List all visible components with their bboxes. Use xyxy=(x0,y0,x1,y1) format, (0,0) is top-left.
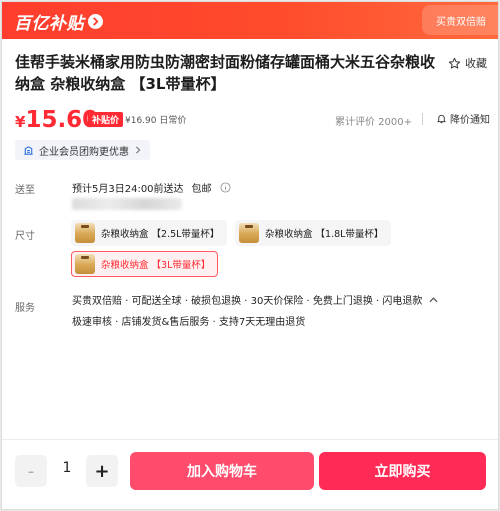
delivery-estimate: 预计5月3日24:00前送达 xyxy=(72,184,184,195)
size-option-label: 杂粮收纳盒 【3L带量杯】 xyxy=(101,260,211,271)
favorite-button[interactable]: 收藏 xyxy=(448,55,487,71)
quantity-decrease-button[interactable]: - xyxy=(15,455,47,487)
divider xyxy=(422,113,423,125)
info-icon[interactable] xyxy=(220,182,231,193)
product-thumbnail xyxy=(75,223,95,243)
product-card: 百亿补贴 买贵双倍赔 佳帮手装米桶家用防虫防潮密封面粉储存罐面桶大米五谷杂粮收纳… xyxy=(1,1,499,510)
add-to-cart-button[interactable]: 加入购物车 xyxy=(130,452,314,490)
price-drop-notify-button[interactable]: 降价通知 xyxy=(436,111,490,126)
review-count[interactable]: 累计评价 2000+ xyxy=(335,113,412,128)
enterprise-member-banner[interactable]: 企业会员团购更优惠 xyxy=(15,140,150,160)
shipping-info[interactable]: 预计5月3日24:00前送达 包邮 xyxy=(72,180,231,195)
enterprise-icon xyxy=(24,145,33,155)
chevron-right-icon xyxy=(88,13,103,29)
size-option-3l[interactable]: 杂粮收纳盒 【3L带量杯】 xyxy=(71,251,219,277)
favorite-label: 收藏 xyxy=(465,57,487,70)
size-option-2-5l[interactable]: 杂粮收纳盒 【2.5L带量杯】 xyxy=(71,220,228,246)
size-option-label: 杂粮收纳盒 【2.5L带量杯】 xyxy=(101,229,220,240)
size-option-label: 杂粮收纳盒 【1.8L带量杯】 xyxy=(265,229,384,240)
delivery-address[interactable] xyxy=(72,198,182,210)
quantity-value[interactable]: 1 xyxy=(52,460,82,476)
free-shipping: 包邮 xyxy=(191,184,212,195)
price-row: ¥ 15.60 补贴价 ¥16.90 日常价 累计评价 2000+ 降价通知 xyxy=(15,105,490,133)
chevron-up-icon[interactable] xyxy=(429,296,438,304)
subsidy-banner[interactable]: 百亿补贴 买贵双倍赔 xyxy=(2,2,498,39)
product-thumbnail xyxy=(239,223,259,243)
chevron-right-icon xyxy=(136,146,141,154)
double-compensation-tag: 买贵双倍赔 xyxy=(422,5,498,35)
service-list[interactable]: 买贵双倍赔 · 可配送全球 · 破损包退换 · 30天价保险 · 免费上门退换 … xyxy=(72,292,482,312)
size-option-1-8l[interactable]: 杂粮收纳盒 【1.8L带量杯】 xyxy=(235,220,392,246)
notify-label: 降价通知 xyxy=(450,115,490,126)
service-line-2: 极速审核 · 店铺发货&售后服务 · 支持7天无理由退货 xyxy=(72,317,306,328)
daily-price: ¥16.90 日常价 xyxy=(125,116,187,126)
product-title: 佳帮手装米桶家用防虫防潮密封面粉储存罐面桶大米五谷杂粮收纳盒 杂粮收纳盒 【3L… xyxy=(15,53,436,93)
subsidy-price: ¥ 15.60 xyxy=(15,107,98,133)
enterprise-member-label: 企业会员团购更优惠 xyxy=(39,146,129,158)
service-line-1: 买贵双倍赔 · 可配送全球 · 破损包退换 · 30天价保险 · 免费上门退换 … xyxy=(72,296,423,307)
banner-logo-text: 百亿补贴 xyxy=(14,13,84,34)
service-label: 服务 xyxy=(15,303,35,314)
bell-icon xyxy=(437,114,446,124)
star-icon xyxy=(448,57,461,69)
buy-now-button[interactable]: 立即购买 xyxy=(319,452,486,490)
bottom-divider xyxy=(2,439,498,440)
quantity-increase-button[interactable]: + xyxy=(86,455,118,487)
shipping-label: 送至 xyxy=(15,185,35,196)
product-thumbnail xyxy=(75,254,95,274)
size-label: 尺寸 xyxy=(15,231,35,242)
subsidy-price-badge: 补贴价 xyxy=(88,112,124,127)
banner-logo: 百亿补贴 xyxy=(14,10,103,34)
currency-symbol: ¥ xyxy=(15,113,26,131)
